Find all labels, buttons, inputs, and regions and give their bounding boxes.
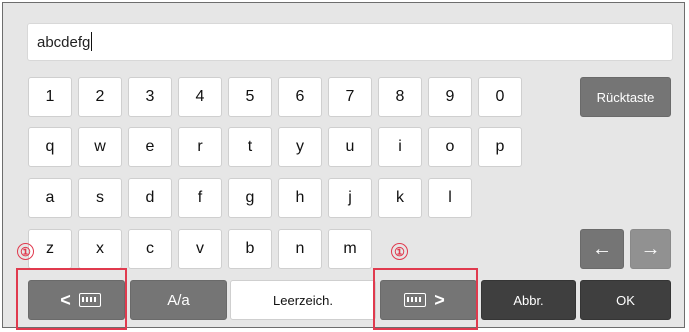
key-2[interactable]: 2 bbox=[78, 77, 122, 117]
key-5[interactable]: 5 bbox=[228, 77, 272, 117]
text-caret bbox=[91, 32, 93, 51]
key-l[interactable]: l bbox=[428, 178, 472, 218]
key-r[interactable]: r bbox=[178, 127, 222, 167]
key-j[interactable]: j bbox=[328, 178, 372, 218]
key-8[interactable]: 8 bbox=[378, 77, 422, 117]
step-marker-badge: ① bbox=[391, 243, 408, 260]
key-v[interactable]: v bbox=[178, 229, 222, 269]
space-key[interactable]: Leerzeich. bbox=[230, 280, 376, 320]
keyboard-panel: abcdefg 1 2 3 4 5 6 7 8 9 0 Rücktaste q … bbox=[2, 2, 685, 328]
shift-key[interactable]: A/a bbox=[130, 280, 227, 320]
cursor-left-key[interactable]: ← bbox=[580, 229, 624, 269]
key-f[interactable]: f bbox=[178, 178, 222, 218]
cursor-right-key[interactable]: → bbox=[630, 229, 671, 269]
key-e[interactable]: e bbox=[128, 127, 172, 167]
key-o[interactable]: o bbox=[428, 127, 472, 167]
ok-button[interactable]: OK bbox=[580, 280, 671, 320]
abbreviation-key[interactable]: Abbr. bbox=[481, 280, 576, 320]
key-h[interactable]: h bbox=[278, 178, 322, 218]
previous-keyboard-button[interactable]: < bbox=[28, 280, 125, 320]
key-u[interactable]: u bbox=[328, 127, 372, 167]
keyboard-icon bbox=[78, 293, 101, 307]
key-a[interactable]: a bbox=[28, 178, 72, 218]
key-c[interactable]: c bbox=[128, 229, 172, 269]
key-p[interactable]: p bbox=[478, 127, 522, 167]
key-t[interactable]: t bbox=[228, 127, 272, 167]
key-3[interactable]: 3 bbox=[128, 77, 172, 117]
key-s[interactable]: s bbox=[78, 178, 122, 218]
arrow-left-icon: ← bbox=[592, 237, 612, 260]
key-g[interactable]: g bbox=[228, 178, 272, 218]
key-k[interactable]: k bbox=[378, 178, 422, 218]
key-6[interactable]: 6 bbox=[278, 77, 322, 117]
key-1[interactable]: 1 bbox=[28, 77, 72, 117]
arrow-right-icon: → bbox=[640, 237, 661, 260]
key-b[interactable]: b bbox=[228, 229, 272, 269]
key-y[interactable]: y bbox=[278, 127, 322, 167]
input-value: abcdefg bbox=[37, 34, 91, 51]
key-7[interactable]: 7 bbox=[328, 77, 372, 117]
key-m[interactable]: m bbox=[328, 229, 372, 269]
backspace-key[interactable]: Rücktaste bbox=[580, 77, 671, 117]
key-9[interactable]: 9 bbox=[428, 77, 472, 117]
chevron-right-icon: > bbox=[434, 289, 445, 310]
text-input[interactable]: abcdefg bbox=[27, 23, 673, 61]
key-w[interactable]: w bbox=[78, 127, 122, 167]
next-keyboard-button[interactable]: > bbox=[380, 280, 477, 320]
key-d[interactable]: d bbox=[128, 178, 172, 218]
keyboard-icon bbox=[404, 293, 427, 307]
key-x[interactable]: x bbox=[78, 229, 122, 269]
key-q[interactable]: q bbox=[28, 127, 72, 167]
key-i[interactable]: i bbox=[378, 127, 422, 167]
key-z[interactable]: z bbox=[28, 229, 72, 269]
key-0[interactable]: 0 bbox=[478, 77, 522, 117]
key-4[interactable]: 4 bbox=[178, 77, 222, 117]
key-n[interactable]: n bbox=[278, 229, 322, 269]
chevron-left-icon: < bbox=[60, 289, 71, 310]
step-marker-badge: ① bbox=[17, 243, 34, 260]
